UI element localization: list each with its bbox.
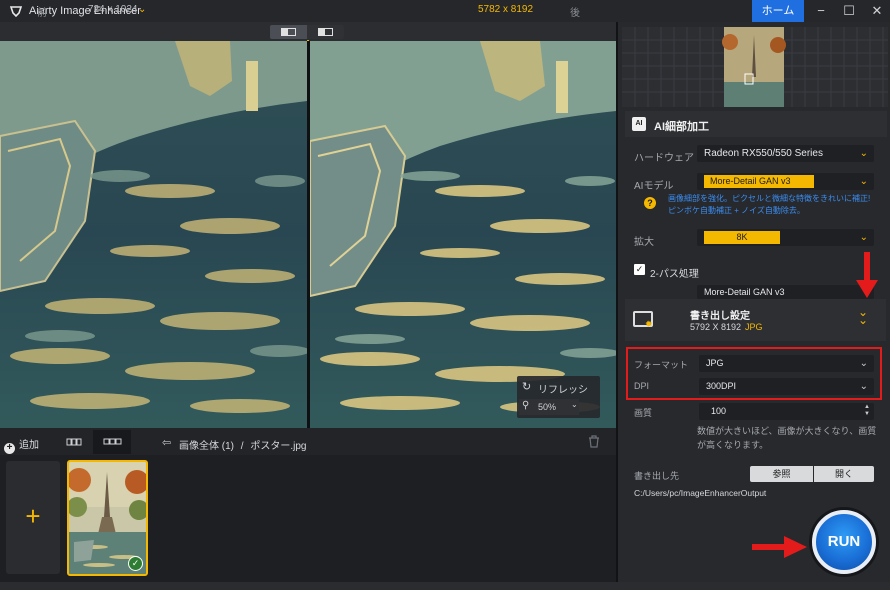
refresh-button[interactable]: ↻ リフレッシュ xyxy=(521,379,597,411)
ai-model-description: 画像細部を強化。ピクセルと微細な特徴をきれいに補正!ピンボケ自動補正 + ノイズ… xyxy=(668,194,871,215)
run-button[interactable]: RUN xyxy=(812,510,876,574)
hardware-label: ハードウェア xyxy=(634,153,694,164)
ai-model-select[interactable]: More-Detail GAN v3 ⌄ xyxy=(697,173,874,190)
navigator-minimap[interactable] xyxy=(622,27,888,107)
breadcrumb-separator: / xyxy=(240,441,244,452)
export-size: 5792 X 8192 JPG xyxy=(690,322,763,332)
stepper-icon[interactable]: ▲ ▼ xyxy=(864,404,870,418)
app-logo-icon xyxy=(9,6,23,18)
output-path: C:/Users/pc/ImageEnhancerOutput xyxy=(634,488,767,498)
export-format-tag: JPG xyxy=(745,322,763,332)
export-settings-header[interactable] xyxy=(625,299,886,341)
dpi-value: 300DPI xyxy=(706,381,737,391)
help-icon[interactable]: ? xyxy=(644,197,656,209)
gear-icon: ✹ xyxy=(645,319,653,329)
browse-button[interactable]: 参照 xyxy=(750,466,813,482)
right-arrow-icon xyxy=(752,536,807,558)
dpi-label: DPI xyxy=(634,381,650,391)
add-image-button[interactable]: + 追加 xyxy=(4,436,39,454)
breadcrumb: 画像全体 (1) / ポスター.jpg xyxy=(179,437,306,452)
breadcrumb-all-images[interactable]: 画像全体 (1) xyxy=(179,441,234,452)
before-label: 前 xyxy=(37,8,47,19)
breadcrumb-file: ポスター.jpg xyxy=(250,441,307,452)
down-arrow-icon xyxy=(856,252,878,298)
open-folder-button[interactable]: 開く xyxy=(814,466,874,482)
export-title: 書き出し設定 xyxy=(690,311,750,322)
ai-model-label: AIモデル xyxy=(634,181,674,192)
grid-view-button[interactable] xyxy=(57,430,93,454)
hardware-select[interactable]: Radeon RX550/550 Series ⌄ xyxy=(697,145,874,162)
two-pass-model-select[interactable]: More-Detail GAN v3 xyxy=(697,285,874,299)
after-label: 後 xyxy=(570,8,580,19)
status-strip xyxy=(0,582,890,590)
plus-icon: + xyxy=(4,443,15,454)
quality-input[interactable]: 100 ▲ ▼ xyxy=(699,403,874,420)
chevron-down-icon: ⌄ xyxy=(859,176,868,187)
magnifier-icon: ⚲ xyxy=(522,400,530,411)
preview-controls: ↻ リフレッシュ ⚲ 50% ⌄ xyxy=(517,376,600,418)
app-menu-chevron-icon[interactable]: ⌄ xyxy=(138,4,146,15)
zoom-select[interactable]: ⚲ 50% ⌄ xyxy=(519,399,579,415)
zoom-value: 50% xyxy=(538,402,557,412)
quality-note: 数値が大きいほど、画像が大きくなり、画質が高くなります。 xyxy=(697,426,877,450)
close-icon[interactable]: ✕ xyxy=(864,0,890,22)
double-chevron-down-icon[interactable]: ⌄ ⌄ xyxy=(858,306,868,326)
export-dimensions: 5792 X 8192 xyxy=(690,322,742,332)
chevron-down-icon: ⌄ xyxy=(859,358,868,369)
selected-check-icon: ✓ xyxy=(128,556,143,571)
two-pass-label: 2-パス処理 xyxy=(650,269,699,280)
split-view-button[interactable] xyxy=(270,25,307,39)
chevron-down-icon: ⌄ xyxy=(859,381,868,392)
side-by-side-button[interactable] xyxy=(307,25,344,39)
hardware-value: Radeon RX550/550 Series xyxy=(704,148,823,159)
output-label: 書き出し先 xyxy=(634,471,680,481)
chevron-down-icon: ⌄ xyxy=(859,232,868,243)
grid-view-icon xyxy=(66,438,82,446)
minimize-icon[interactable]: − xyxy=(808,0,834,22)
upscale-select[interactable]: 8K ⌄ xyxy=(697,229,874,246)
quality-value: 100 xyxy=(711,406,727,416)
maximize-icon[interactable]: ☐ xyxy=(836,0,862,22)
chevron-down-icon: ⌄ xyxy=(571,400,578,409)
home-button[interactable]: ホーム xyxy=(752,0,804,22)
plus-icon: + xyxy=(25,501,41,531)
two-pass-checkbox[interactable]: ✓ xyxy=(634,264,645,275)
format-label: フォーマット xyxy=(634,360,689,370)
add-label: 追加 xyxy=(19,440,39,451)
upscale-label: 拡大 xyxy=(634,237,654,248)
format-value: JPG xyxy=(706,358,724,368)
format-select[interactable]: JPG ⌄ xyxy=(699,355,874,372)
upscale-value: 8K xyxy=(704,231,780,244)
dpi-select[interactable]: 300DPI ⌄ xyxy=(699,378,874,395)
chevron-down-icon: ⌄ xyxy=(859,148,868,159)
original-resolution: 724 x 1024 xyxy=(88,4,138,15)
compare-divider[interactable] xyxy=(307,41,310,428)
back-arrow-icon[interactable]: ⇦ xyxy=(162,436,171,449)
trash-icon[interactable] xyxy=(588,435,600,448)
list-view-button[interactable] xyxy=(93,430,131,454)
add-image-tile[interactable]: + xyxy=(6,461,60,574)
quality-label: 画質 xyxy=(634,408,653,418)
split-view-icon xyxy=(281,28,296,36)
ai-model-value: More-Detail GAN v3 xyxy=(704,175,814,188)
two-pass-model-value: More-Detail GAN v3 xyxy=(704,287,785,297)
ai-section-title: AI細部加工 xyxy=(654,121,709,133)
enhanced-resolution: 5782 x 8192 xyxy=(478,4,534,15)
list-view-icon xyxy=(103,438,122,445)
side-by-side-icon xyxy=(318,28,333,36)
ai-chip-icon: AI xyxy=(632,117,646,131)
refresh-icon: ↻ xyxy=(522,381,532,393)
